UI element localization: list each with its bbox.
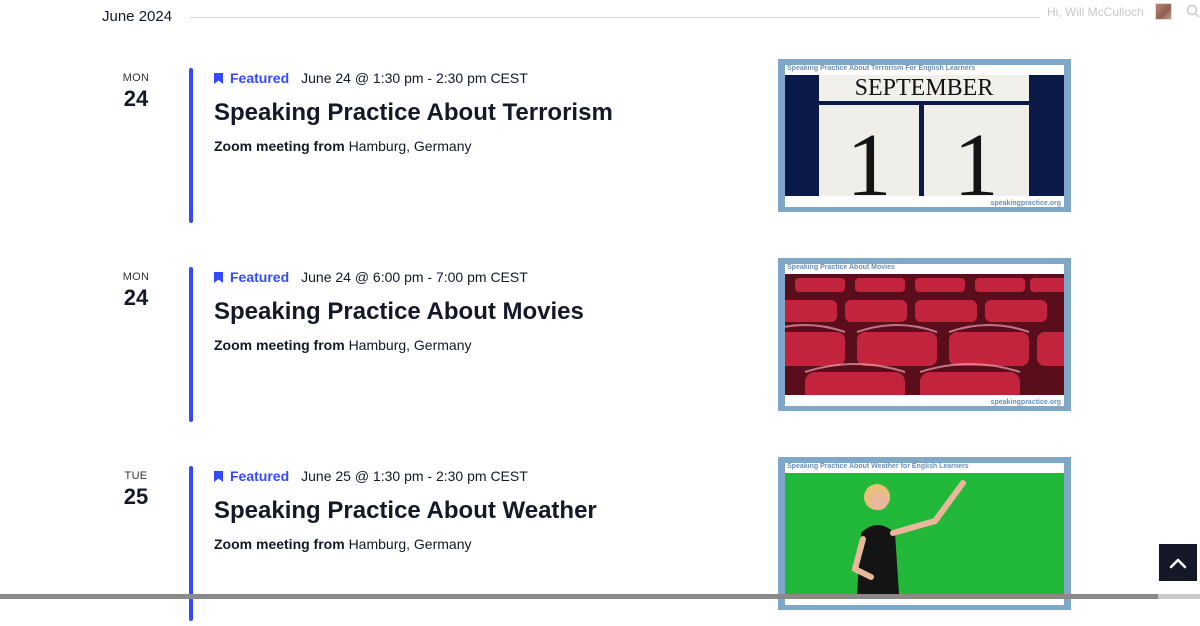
featured-label: Featured (230, 70, 290, 86)
thumbnail-caption: Speaking Practice About Movies (787, 264, 895, 271)
chevron-up-icon (1169, 558, 1187, 568)
search-icon[interactable] (1186, 4, 1200, 18)
thumbnail-caption: Speaking Practice About Weather for Engl… (787, 463, 969, 470)
thumbnail-credit: speakingpractice.org (990, 399, 1061, 406)
event-date: TUE 25 (100, 470, 172, 510)
calendar-photo: SEPTEMBER 1 1 (785, 75, 1064, 196)
event-day-number: 24 (123, 285, 149, 310)
event-venue: Zoom meeting from Hamburg, Germany (214, 337, 472, 353)
month-separator: June 2024 (0, 0, 1200, 36)
event-day-number: 25 (123, 484, 149, 509)
featured-label: Featured (230, 468, 290, 484)
venue-location: Hamburg, Germany (348, 138, 472, 154)
venue-label: Zoom meeting from (214, 536, 345, 552)
venue-location: Hamburg, Germany (348, 536, 472, 552)
event-accent-bar (189, 68, 193, 223)
event-row: MON 24 Featured June 24 @ 1:30 pm - 2:30… (0, 59, 1200, 228)
event-day-number: 24 (123, 86, 149, 111)
calendar-digit-text: 1 (847, 116, 892, 196)
thumbnail-credit: speakingpractice.org (990, 200, 1061, 207)
event-meta: Featured June 25 @ 1:30 pm - 2:30 pm CES… (214, 466, 528, 486)
featured-label: Featured (230, 269, 290, 285)
event-datetime: June 24 @ 1:30 pm - 2:30 pm CEST (301, 70, 528, 86)
event-thumbnail[interactable]: Speaking Practice About Weather for Engl… (778, 457, 1071, 610)
admin-greeting[interactable]: Hi, Will McCulloch (1047, 5, 1144, 19)
avatar[interactable] (1155, 3, 1172, 20)
event-accent-bar (189, 267, 193, 422)
event-datetime: June 24 @ 6:00 pm - 7:00 pm CEST (301, 269, 528, 285)
event-thumbnail[interactable]: Speaking Practice About Terrorism For En… (778, 59, 1071, 212)
event-weekday: TUE (124, 470, 148, 482)
calendar-digit-text: 1 (954, 116, 999, 196)
event-date: MON 24 (100, 72, 172, 112)
month-label: June 2024 (102, 8, 173, 25)
event-meta: Featured June 24 @ 6:00 pm - 7:00 pm CES… (214, 267, 528, 287)
weather-presenter-photo (785, 473, 1064, 594)
event-date: MON 24 (100, 271, 172, 311)
venue-label: Zoom meeting from (214, 337, 345, 353)
event-row: MON 24 Featured June 24 @ 6:00 pm - 7:00… (0, 258, 1200, 427)
scroll-to-top-button[interactable] (1159, 544, 1197, 581)
event-datetime: June 25 @ 1:30 pm - 2:30 pm CEST (301, 468, 528, 484)
event-thumbnail[interactable]: Speaking Practice About Movies speakingp… (778, 258, 1071, 411)
bookmark-icon (214, 271, 223, 283)
event-weekday: MON (122, 72, 150, 84)
event-meta: Featured June 24 @ 1:30 pm - 2:30 pm CES… (214, 68, 528, 88)
venue-label: Zoom meeting from (214, 138, 345, 154)
event-venue: Zoom meeting from Hamburg, Germany (214, 138, 472, 154)
cinema-seats-photo (785, 274, 1064, 395)
event-title-link[interactable]: Speaking Practice About Weather (214, 497, 597, 525)
scrollbar-thumb[interactable] (0, 594, 1158, 599)
event-title-link[interactable]: Speaking Practice About Terrorism (214, 99, 613, 127)
venue-location: Hamburg, Germany (348, 337, 472, 353)
event-venue: Zoom meeting from Hamburg, Germany (214, 536, 472, 552)
event-weekday: MON (122, 271, 150, 283)
event-title-link[interactable]: Speaking Practice About Movies (214, 298, 584, 326)
calendar-month-text: SEPTEMBER (855, 75, 994, 101)
bookmark-icon (214, 470, 223, 482)
horizontal-scrollbar[interactable] (0, 594, 1200, 599)
thumbnail-caption: Speaking Practice About Terrorism For En… (787, 65, 976, 72)
event-row: TUE 25 Featured June 25 @ 1:30 pm - 2:30… (0, 457, 1200, 626)
month-divider (190, 17, 1040, 18)
bookmark-icon (214, 72, 223, 84)
